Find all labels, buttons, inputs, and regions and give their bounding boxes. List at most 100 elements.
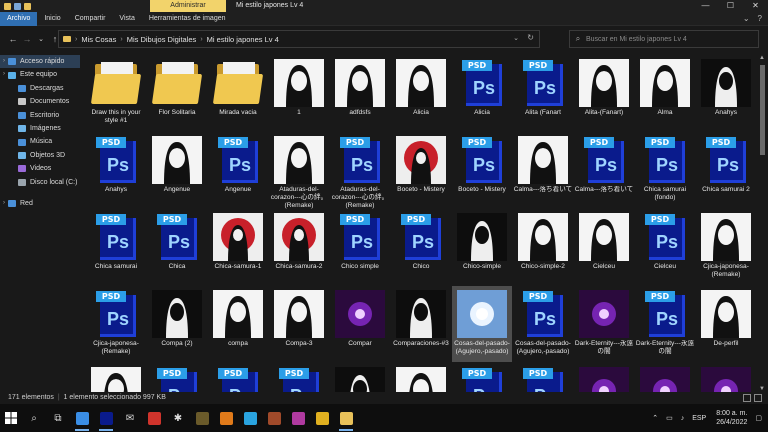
chevron-up-icon[interactable]: ⌃: [648, 414, 662, 422]
breadcrumb-mis-cosas[interactable]: Mis Cosas: [77, 35, 120, 44]
media-icon[interactable]: [214, 404, 238, 432]
file-item[interactable]: De-perfil: [696, 286, 756, 362]
file-item[interactable]: PSDPs: [452, 363, 512, 392]
chevron-down-icon[interactable]: ⌄: [34, 35, 48, 43]
file-item[interactable]: Alma: [635, 55, 695, 131]
file-item[interactable]: PSD Ps Ataduras-del-corazon---心の絆。(Remake): [330, 132, 390, 209]
forward-arrow-icon[interactable]: →: [20, 34, 34, 44]
large-icons-view-icon[interactable]: [754, 394, 762, 402]
file-item[interactable]: Compar: [330, 286, 390, 362]
help-icon[interactable]: ?: [758, 12, 762, 26]
vertical-scrollbar[interactable]: ▲ ▼: [758, 55, 768, 392]
sidebar-item[interactable]: Imágenes: [0, 122, 80, 135]
file-item[interactable]: Boceto - Mistery: [391, 132, 451, 208]
dolphin-icon[interactable]: [238, 404, 262, 432]
tab-share[interactable]: Compartir: [68, 12, 113, 26]
chevron-right-icon[interactable]: ›: [0, 197, 8, 210]
file-item[interactable]: Comparaciones-#3: [391, 286, 451, 362]
sidebar-item[interactable]: Descargas: [0, 82, 80, 95]
search-icon[interactable]: ⌕: [22, 404, 46, 432]
properties-icon[interactable]: [14, 2, 21, 10]
file-item[interactable]: PSDPs: [513, 363, 573, 392]
file-item[interactable]: PSD Ps Chica samurai 2: [696, 132, 756, 208]
mail-icon[interactable]: ✉: [118, 404, 142, 432]
back-arrow-icon[interactable]: ←: [6, 34, 20, 44]
file-item[interactable]: Mirada vacia: [208, 55, 268, 131]
file-item[interactable]: Alita-(Fanart): [574, 55, 634, 131]
chevron-right-icon[interactable]: ›: [0, 68, 8, 81]
sidebar-item[interactable]: › Este equipo: [0, 68, 80, 81]
file-item[interactable]: Dark-Eternity---永遠の闇: [574, 286, 634, 362]
file-item[interactable]: [86, 363, 146, 392]
file-item[interactable]: PSD Ps Calma---落ち着いて: [574, 132, 634, 208]
tab-view[interactable]: Vista: [112, 12, 141, 26]
file-item[interactable]: PSD Ps Cielceu: [635, 209, 695, 285]
file-item[interactable]: [635, 363, 695, 392]
file-item[interactable]: [696, 363, 756, 392]
refresh-icon[interactable]: ↻: [527, 33, 534, 42]
chevron-down-icon[interactable]: ⌄: [513, 34, 519, 42]
file-item[interactable]: PSD Ps Chica samurai (fondo): [635, 132, 695, 208]
file-item[interactable]: PSD Ps Alita (Fanart: [513, 55, 573, 131]
scrollbar-thumb[interactable]: [760, 65, 765, 155]
file-item[interactable]: PSD Ps Dark-Eternity---永遠の闇: [635, 286, 695, 362]
file-item[interactable]: PSD Ps Boceto - Mistery: [452, 132, 512, 208]
chat-icon[interactable]: ✱: [166, 404, 190, 432]
file-item[interactable]: Angenue: [147, 132, 207, 208]
network-icon[interactable]: ▭: [662, 414, 677, 422]
file-item[interactable]: [574, 363, 634, 392]
file-item[interactable]: PSD Ps Chica: [147, 209, 207, 285]
search-box[interactable]: ⌕ Buscar en Mi estilo japones Lv 4: [569, 30, 759, 48]
notifications-icon[interactable]: ▢: [753, 414, 768, 422]
file-item[interactable]: Cielceu: [574, 209, 634, 285]
chevron-right-icon[interactable]: ›: [0, 55, 8, 68]
breadcrumb-mis-dibujos[interactable]: Mis Dibujos Digitales: [123, 35, 201, 44]
file-item[interactable]: PSD Ps Chico simple: [330, 209, 390, 285]
file-item[interactable]: Chica-samura-2: [269, 209, 329, 285]
tab-image-tools[interactable]: Herramientas de imagen: [142, 12, 233, 26]
file-item[interactable]: PSD Ps Alicia: [452, 55, 512, 131]
volume-icon[interactable]: ♪: [677, 415, 689, 422]
file-item[interactable]: PSD Ps Chico: [391, 209, 451, 285]
file-item[interactable]: Compa (2): [147, 286, 207, 362]
windows-start-icon[interactable]: [0, 404, 22, 432]
address-bar[interactable]: › Mis Cosas › Mis Dibujos Digitales › Mi…: [58, 30, 540, 48]
file-item[interactable]: Flor Solitaria: [147, 55, 207, 131]
scroll-up-icon[interactable]: ▲: [759, 55, 765, 61]
context-tab-manage[interactable]: Administrar: [150, 0, 226, 12]
file-item[interactable]: PSDPs: [147, 363, 207, 392]
file-item[interactable]: Chico-simple: [452, 209, 512, 285]
photoshop-icon[interactable]: [94, 404, 118, 432]
file-item[interactable]: [391, 363, 451, 392]
game-2-icon[interactable]: [262, 404, 286, 432]
sidebar-item[interactable]: Disco local (C:): [0, 176, 80, 189]
sidebar-item[interactable]: Documentos: [0, 95, 80, 108]
file-item[interactable]: compa: [208, 286, 268, 362]
sidebar-item[interactable]: Objetos 3D: [0, 149, 80, 162]
close-button[interactable]: ✕: [743, 0, 768, 12]
file-item[interactable]: adfdsfs: [330, 55, 390, 131]
file-item[interactable]: Alicia: [391, 55, 451, 131]
file-item[interactable]: PSD Ps Cjica-japonesa-(Remake): [86, 286, 146, 362]
sidebar-item[interactable]: Música: [0, 135, 80, 148]
file-item[interactable]: PSD Ps Angenue: [208, 132, 268, 208]
game-icon[interactable]: [190, 404, 214, 432]
game-3-icon[interactable]: [286, 404, 310, 432]
file-item[interactable]: Draw this in your style #1: [86, 55, 146, 131]
folder-icon[interactable]: [4, 2, 11, 10]
red-app-icon[interactable]: [142, 404, 166, 432]
file-item[interactable]: 1: [269, 55, 329, 131]
sidebar-item[interactable]: Videos: [0, 162, 80, 175]
file-item[interactable]: PSD Ps Anahys: [86, 132, 146, 208]
file-item[interactable]: Ataduras-del-corazon---心の絆。(Remake): [269, 132, 329, 209]
file-item[interactable]: Cosas-del-pasado-(Agujero,-pasado): [452, 286, 512, 362]
file-item[interactable]: [330, 363, 390, 392]
file-item[interactable]: Chica-samura-1: [208, 209, 268, 285]
file-item[interactable]: PSD Ps Chica samurai: [86, 209, 146, 285]
chrome-icon[interactable]: [310, 404, 334, 432]
file-item[interactable]: PSD Ps Cosas-del-pasado-(Agujero,-pasado): [513, 286, 573, 362]
breadcrumb-current[interactable]: Mi estilo japones Lv 4: [203, 35, 283, 44]
details-view-icon[interactable]: [743, 394, 751, 402]
sidebar-item[interactable]: Escritorio: [0, 109, 80, 122]
new-folder-icon[interactable]: [24, 2, 31, 10]
